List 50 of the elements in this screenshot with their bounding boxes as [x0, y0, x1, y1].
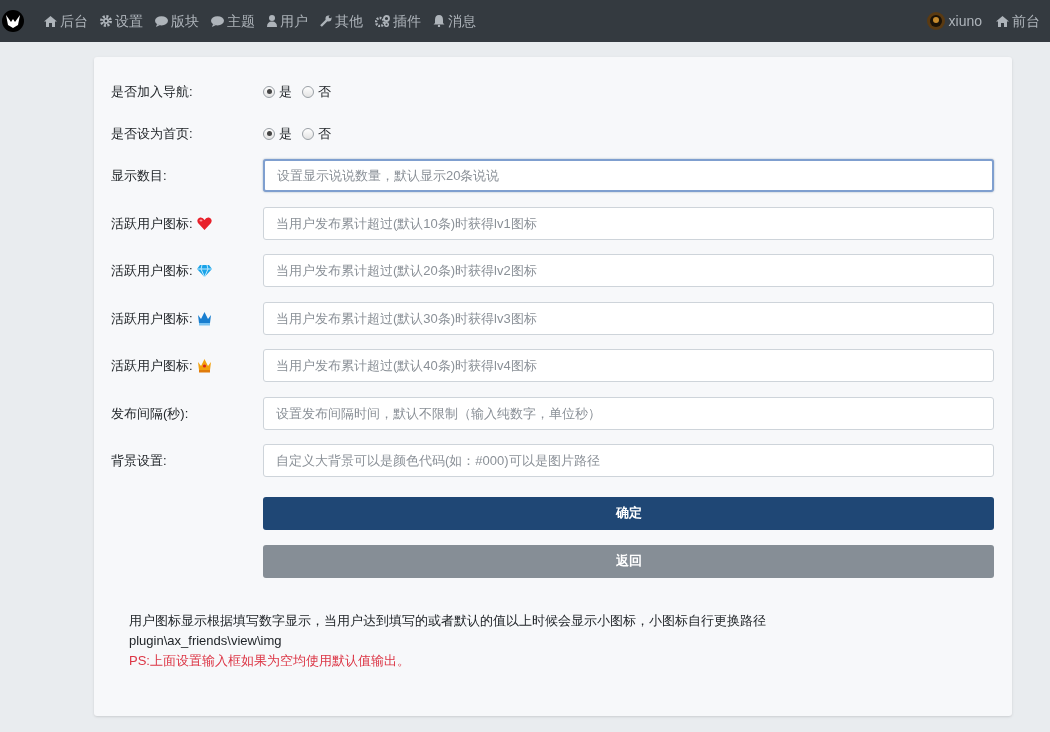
back-button[interactable]: 返回 — [263, 544, 994, 578]
note-text: plugin\ax_friends\view\img — [129, 631, 283, 650]
diamond-icon — [196, 264, 212, 277]
radio-option[interactable]: 否 — [302, 124, 331, 144]
home-icon — [996, 15, 1009, 27]
radio-option[interactable]: 否 — [302, 82, 331, 102]
field-label: 是否设为首页: — [111, 125, 193, 143]
text-input[interactable]: 当用户发布累计超过(默认40条)时获得lv4图标 — [263, 349, 994, 382]
nav-link[interactable]: 插件 — [375, 10, 421, 32]
speech-bubble-icon — [211, 15, 224, 27]
bell-icon — [433, 15, 445, 27]
username-link[interactable]: xiuno — [948, 10, 982, 32]
nav-link[interactable]: 消息 — [433, 10, 476, 32]
field-label: 发布间隔(秒): — [111, 404, 189, 423]
confirm-button[interactable]: 确定 — [263, 496, 994, 530]
nav-link[interactable]: 前台 — [996, 10, 1040, 32]
field-label: 活跃用户图标: — [111, 357, 193, 375]
field-label: 活跃用户图标: — [111, 214, 193, 233]
crown-icon — [196, 310, 212, 326]
nav-link[interactable]: 版块 — [155, 10, 199, 32]
text-input[interactable]: 当用户发布累计超过(默认20条)时获得lv2图标 — [263, 254, 994, 287]
field-label: 是否加入导航: — [111, 83, 193, 101]
text-input[interactable]: 设置发布间隔时间，默认不限制（输入纯数字，单位秒） — [263, 396, 994, 430]
note-text: 用户图标显示根据填写数字显示，当用户达到填写的或者默认的值以上时候会显示小图标，小图标自行更换路径 — [129, 611, 767, 630]
field-label: 活跃用户图标: — [111, 309, 193, 328]
crown-icon — [196, 358, 212, 374]
heart-icon — [196, 216, 212, 230]
nav-link[interactable]: 设置 — [100, 10, 143, 32]
wrench-icon — [320, 15, 332, 27]
warning-text: PS:上面设置输入框如果为空均使用默认值输出。 — [129, 651, 411, 670]
nav-link[interactable]: 用户 — [267, 10, 308, 32]
text-input[interactable]: 设置显示说说数量，默认显示20条说说 — [263, 159, 994, 192]
field-label: 显示数目: — [111, 167, 167, 185]
speech-bubble-icon — [155, 15, 168, 27]
nav-link[interactable]: 后台 — [44, 10, 88, 32]
avatar-icon[interactable] — [926, 12, 945, 30]
field-label: 背景设置: — [111, 452, 167, 470]
nav-link[interactable]: 主题 — [211, 10, 255, 32]
field-label: 活跃用户图标: — [111, 262, 193, 280]
radio-option[interactable]: 是 — [263, 82, 292, 102]
radio-option[interactable]: 是 — [263, 124, 292, 144]
gears-icon — [375, 15, 390, 27]
logo-icon[interactable] — [2, 10, 24, 32]
gear-icon — [100, 15, 112, 27]
text-input[interactable]: 自定义大背景可以是颜色代码(如：#000)可以是图片路径 — [263, 444, 994, 477]
user-icon — [267, 15, 277, 27]
home-icon — [44, 15, 57, 27]
text-input[interactable]: 当用户发布累计超过(默认30条)时获得lv3图标 — [263, 301, 994, 335]
text-input[interactable]: 当用户发布累计超过(默认10条)时获得lv1图标 — [263, 206, 994, 240]
nav-link[interactable]: 其他 — [320, 10, 363, 32]
